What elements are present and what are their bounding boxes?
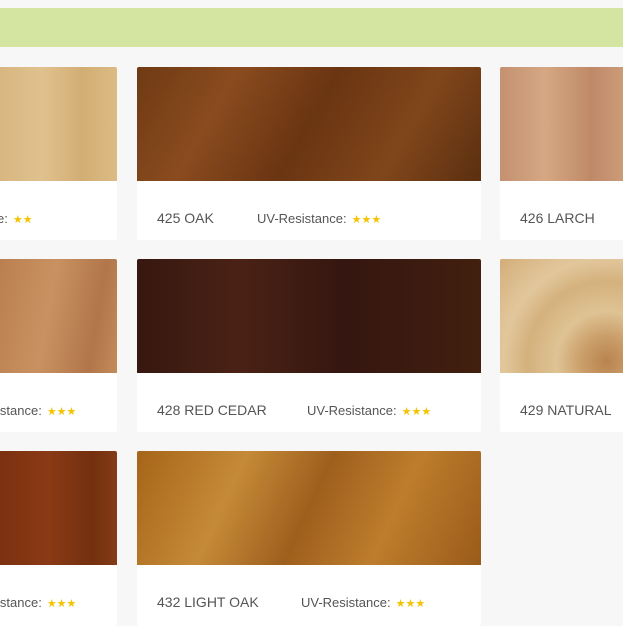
header-bar bbox=[0, 8, 623, 47]
star-rating-icon: ★★★ bbox=[395, 598, 426, 610]
star-rating-icon: ★★ bbox=[12, 214, 33, 226]
product-name[interactable]: 432 LIGHT OAK bbox=[157, 594, 259, 610]
wood-swatch[interactable] bbox=[0, 67, 117, 181]
uv-resistance-rating: istance: ★★★ bbox=[0, 403, 76, 418]
product-color-grid-page: e: ★★ 425 OAK UV-Resistance: ★★★ 426 LARCH… bbox=[0, 0, 623, 626]
wood-swatch-429-natural[interactable] bbox=[500, 259, 623, 373]
star-rating-icon: ★★★ bbox=[351, 214, 382, 226]
product-card-426-larch[interactable]: 426 LARCH bbox=[500, 67, 623, 240]
product-card-428-red-cedar[interactable]: 428 RED CEDAR UV-Resistance: ★★★ bbox=[137, 259, 481, 432]
uv-resistance-label: UV-Resistance: bbox=[307, 403, 397, 418]
product-card-429-natural[interactable]: 429 NATURAL bbox=[500, 259, 623, 432]
uv-resistance-label: e: bbox=[0, 211, 8, 226]
wood-swatch-428-red-cedar[interactable] bbox=[137, 259, 481, 373]
uv-resistance-label: UV-Resistance: bbox=[301, 595, 391, 610]
wood-swatch-425-oak[interactable] bbox=[137, 67, 481, 181]
product-card-partial-1[interactable]: e: ★★ bbox=[0, 67, 117, 240]
product-name[interactable]: 428 RED CEDAR bbox=[157, 402, 267, 418]
star-rating-icon: ★★★ bbox=[401, 406, 432, 418]
uv-resistance-rating: UV-Resistance: ★★★ bbox=[257, 211, 381, 226]
star-rating-icon: ★★★ bbox=[46, 406, 77, 418]
wood-swatch-432-light-oak[interactable] bbox=[137, 451, 481, 565]
product-card-425-oak[interactable]: 425 OAK UV-Resistance: ★★★ bbox=[137, 67, 481, 240]
wood-swatch[interactable] bbox=[0, 451, 117, 565]
uv-resistance-rating: e: ★★ bbox=[0, 211, 33, 226]
uv-resistance-label: istance: bbox=[0, 403, 42, 418]
product-name[interactable]: 426 LARCH bbox=[520, 210, 595, 226]
uv-resistance-label: UV-Resistance: bbox=[257, 211, 347, 226]
product-name[interactable]: 429 NATURAL bbox=[520, 402, 612, 418]
product-card-partial-2[interactable]: istance: ★★★ bbox=[0, 259, 117, 432]
uv-resistance-label: istance: bbox=[0, 595, 42, 610]
product-card-432-light-oak[interactable]: 432 LIGHT OAK UV-Resistance: ★★★ bbox=[137, 451, 481, 626]
uv-resistance-rating: UV-Resistance: ★★★ bbox=[307, 403, 431, 418]
wood-swatch-426-larch[interactable] bbox=[500, 67, 623, 181]
uv-resistance-rating: UV-Resistance: ★★★ bbox=[301, 595, 425, 610]
product-name[interactable]: 425 OAK bbox=[157, 210, 214, 226]
product-card-partial-3[interactable]: istance: ★★★ bbox=[0, 451, 117, 626]
wood-swatch[interactable] bbox=[0, 259, 117, 373]
star-rating-icon: ★★★ bbox=[46, 598, 77, 610]
uv-resistance-rating: istance: ★★★ bbox=[0, 595, 76, 610]
